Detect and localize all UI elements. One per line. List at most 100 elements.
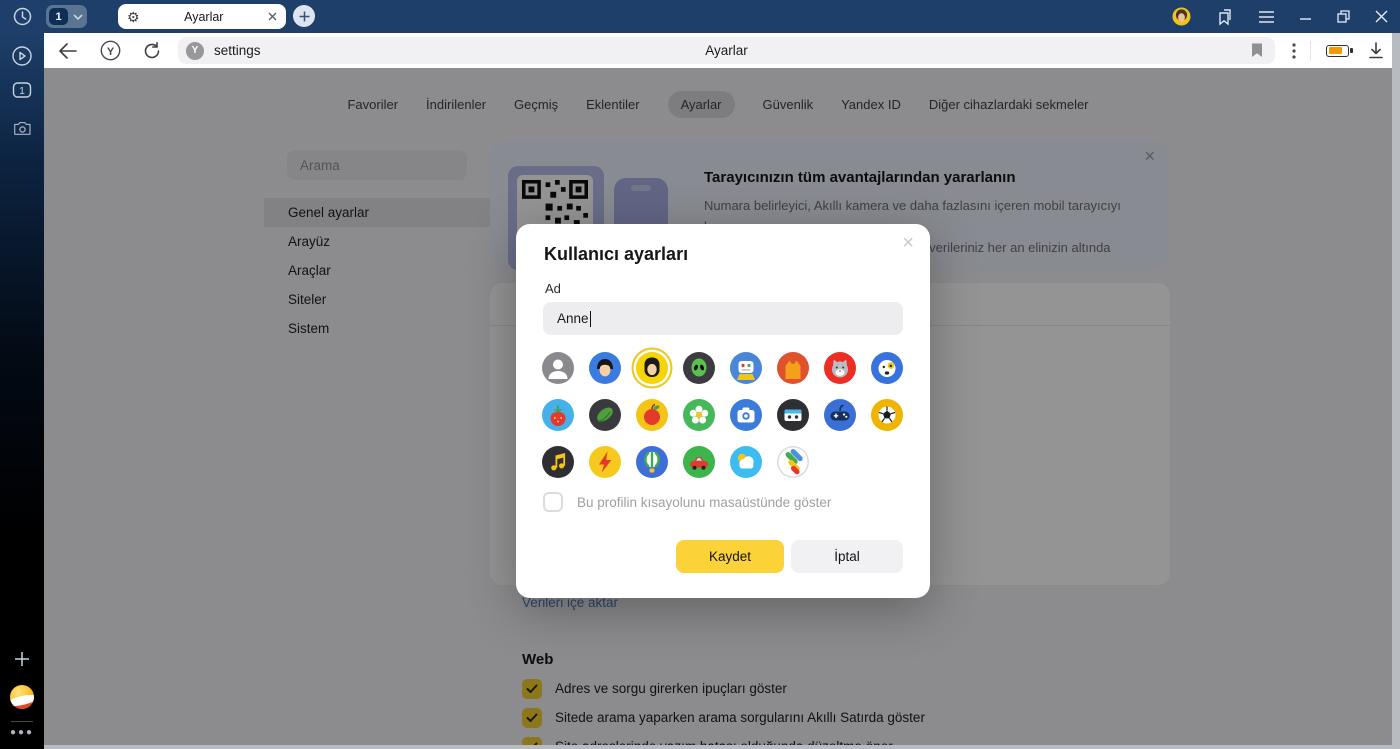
history-clock-icon[interactable] xyxy=(12,6,33,27)
avatar-icon xyxy=(730,446,762,478)
avatar-gamepad[interactable] xyxy=(824,399,856,431)
svg-text:1: 1 xyxy=(19,86,25,97)
restore-button[interactable] xyxy=(1337,10,1350,23)
avatar-car[interactable] xyxy=(683,446,715,478)
avatar-icon xyxy=(589,352,621,384)
avatar-lightning[interactable] xyxy=(589,446,621,478)
avatar-woman[interactable] xyxy=(636,352,668,384)
avatar-flower[interactable] xyxy=(683,399,715,431)
avatar-icon xyxy=(730,352,762,384)
name-input-value: Anne xyxy=(557,311,589,326)
avatar-leaf[interactable] xyxy=(589,399,621,431)
tab-counter[interactable]: 1 xyxy=(46,5,87,28)
minimize-button[interactable] xyxy=(1299,10,1312,23)
toolbar-more-icon[interactable] xyxy=(1292,43,1296,59)
name-input[interactable]: Anne xyxy=(543,302,903,335)
downloads-icon[interactable] xyxy=(1368,42,1384,59)
yandex-services-button[interactable]: Y xyxy=(100,40,121,61)
avatar-robot[interactable] xyxy=(730,352,762,384)
avatar-icon xyxy=(636,446,668,478)
browser-toolbar: Y Y settings Ayarlar xyxy=(44,33,1392,68)
avatar-icon xyxy=(683,446,715,478)
bookmarks-panel-icon[interactable] xyxy=(1216,8,1234,26)
browser-window: 1 ⚙ Ayarlar xyxy=(0,0,1400,749)
user-settings-modal: × Kullanıcı ayarları Ad Anne Bu profilin… xyxy=(516,224,930,598)
avatar-balloon[interactable] xyxy=(636,446,668,478)
avatar-cloud[interactable] xyxy=(730,446,762,478)
desktop-shortcut-label: Bu profilin kısayolunu masaüstünde göste… xyxy=(577,495,831,510)
bookmark-flag-icon[interactable] xyxy=(1251,43,1263,63)
toolbar-divider xyxy=(1310,41,1311,61)
avatar-icon xyxy=(824,399,856,431)
left-sidebar-rail: 1 ●●● xyxy=(0,33,44,749)
unchecked-checkbox[interactable] xyxy=(543,492,563,512)
avatar-apple[interactable] xyxy=(636,399,668,431)
tab-close-icon[interactable] xyxy=(268,12,277,21)
avatar-cat-face[interactable] xyxy=(824,352,856,384)
avatar-cassette[interactable] xyxy=(777,399,809,431)
rail-divider xyxy=(0,721,44,722)
tab-label: Ayarlar xyxy=(140,10,268,24)
back-button[interactable] xyxy=(59,43,77,59)
tabstrip-right-controls xyxy=(1172,0,1388,33)
gear-icon: ⚙ xyxy=(127,10,140,24)
avatar-icon xyxy=(589,446,621,478)
close-window-button[interactable] xyxy=(1375,10,1388,23)
avatar-icon xyxy=(777,446,809,478)
tabs-panel-icon[interactable]: 1 xyxy=(0,81,44,99)
battery-icon[interactable] xyxy=(1326,45,1349,57)
window-frame-bottom xyxy=(44,745,1400,749)
avatar-icon xyxy=(589,399,621,431)
tab-ayarlar[interactable]: ⚙ Ayarlar xyxy=(118,4,286,29)
svg-text:Y: Y xyxy=(107,46,115,58)
window-frame-right xyxy=(1392,33,1400,749)
save-button[interactable]: Kaydet xyxy=(676,540,784,573)
name-field-label: Ad xyxy=(545,281,561,296)
yandex-browser-logo[interactable] xyxy=(0,685,44,709)
avatar-dog[interactable] xyxy=(871,352,903,384)
avatar-soccer[interactable] xyxy=(871,399,903,431)
avatar-icon xyxy=(871,399,903,431)
address-bar[interactable]: Y settings Ayarlar xyxy=(178,37,1275,64)
avatar-icon xyxy=(542,446,574,478)
page-title: Ayarlar xyxy=(178,43,1275,58)
modal-title: Kullanıcı ayarları xyxy=(544,244,688,265)
add-panel-button[interactable] xyxy=(0,651,44,667)
new-tab-button[interactable] xyxy=(293,5,315,27)
avatar-icon xyxy=(824,352,856,384)
avatar-icon xyxy=(777,399,809,431)
desktop-shortcut-row: Bu profilin kısayolunu masaüstünde göste… xyxy=(543,492,831,512)
site-favicon: Y xyxy=(186,42,204,60)
avatar-strawberry[interactable] xyxy=(542,399,574,431)
cancel-button[interactable]: İptal xyxy=(791,540,903,573)
avatar-icon xyxy=(683,352,715,384)
play-button[interactable] xyxy=(0,45,44,67)
avatar-icon xyxy=(777,352,809,384)
text-caret xyxy=(590,311,591,327)
avatar-icon xyxy=(636,399,668,431)
avatar-man[interactable] xyxy=(589,352,621,384)
avatar-alien[interactable] xyxy=(683,352,715,384)
tab-strip: 1 ⚙ Ayarlar xyxy=(0,0,1400,33)
avatar-palette[interactable] xyxy=(777,446,809,478)
avatar-icon xyxy=(542,352,574,384)
avatar-icon xyxy=(730,399,762,431)
avatar-person[interactable] xyxy=(542,352,574,384)
avatar-icon xyxy=(542,399,574,431)
menu-hamburger-icon[interactable] xyxy=(1259,11,1274,23)
chevron-down-icon xyxy=(73,14,83,20)
avatar-grid xyxy=(542,352,910,478)
modal-close-icon[interactable]: × xyxy=(902,232,914,255)
more-options-dots[interactable]: ●●● xyxy=(0,727,44,738)
url-text: settings xyxy=(214,43,261,58)
profile-avatar[interactable] xyxy=(1172,7,1191,26)
avatar-camera[interactable] xyxy=(730,399,762,431)
avatar-icon xyxy=(871,352,903,384)
avatar-cat[interactable] xyxy=(777,352,809,384)
avatar-music[interactable] xyxy=(542,446,574,478)
avatar-icon xyxy=(636,352,668,384)
reload-button[interactable] xyxy=(143,42,161,60)
tab-count-badge: 1 xyxy=(49,8,68,25)
screenshot-icon[interactable] xyxy=(0,119,44,137)
avatar-icon xyxy=(683,399,715,431)
